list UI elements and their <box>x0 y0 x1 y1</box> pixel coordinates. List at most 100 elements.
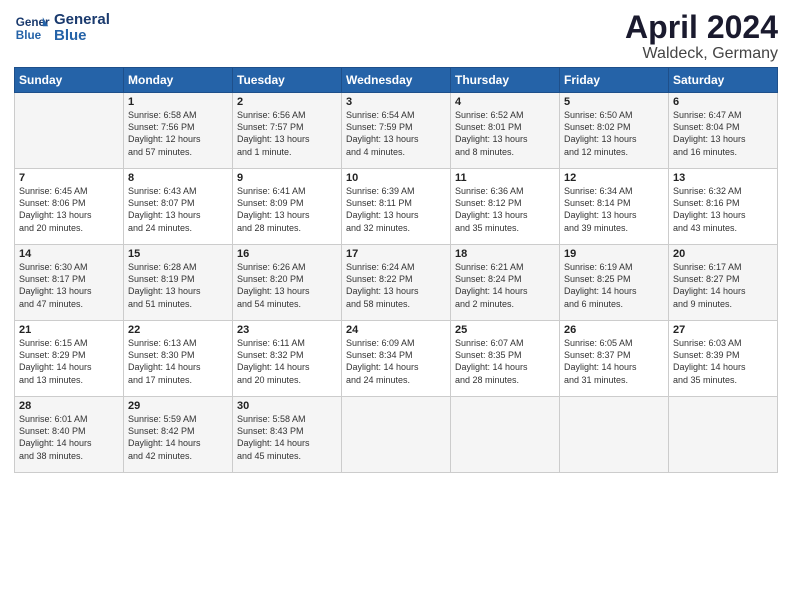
day-number: 27 <box>673 324 773 336</box>
day-number: 26 <box>564 324 664 336</box>
calendar-cell: 30Sunrise: 5:58 AM Sunset: 8:43 PM Dayli… <box>233 397 342 473</box>
day-info: Sunrise: 6:47 AM Sunset: 8:04 PM Dayligh… <box>673 109 773 158</box>
calendar-cell <box>451 397 560 473</box>
calendar-cell: 14Sunrise: 6:30 AM Sunset: 8:17 PM Dayli… <box>15 245 124 321</box>
calendar-cell: 13Sunrise: 6:32 AM Sunset: 8:16 PM Dayli… <box>669 169 778 245</box>
logo-line2: Blue <box>54 28 110 45</box>
calendar-cell: 21Sunrise: 6:15 AM Sunset: 8:29 PM Dayli… <box>15 321 124 397</box>
day-info: Sunrise: 6:26 AM Sunset: 8:20 PM Dayligh… <box>237 261 337 310</box>
day-number: 30 <box>237 400 337 412</box>
calendar-cell: 4Sunrise: 6:52 AM Sunset: 8:01 PM Daylig… <box>451 93 560 169</box>
day-info: Sunrise: 6:36 AM Sunset: 8:12 PM Dayligh… <box>455 185 555 234</box>
day-number: 14 <box>19 248 119 260</box>
calendar-cell: 28Sunrise: 6:01 AM Sunset: 8:40 PM Dayli… <box>15 397 124 473</box>
calendar-cell: 8Sunrise: 6:43 AM Sunset: 8:07 PM Daylig… <box>124 169 233 245</box>
day-info: Sunrise: 6:43 AM Sunset: 8:07 PM Dayligh… <box>128 185 228 234</box>
day-info: Sunrise: 6:03 AM Sunset: 8:39 PM Dayligh… <box>673 337 773 386</box>
day-number: 10 <box>346 172 446 184</box>
day-number: 18 <box>455 248 555 260</box>
day-number: 28 <box>19 400 119 412</box>
month-title: April 2024 <box>625 10 778 45</box>
calendar-cell: 3Sunrise: 6:54 AM Sunset: 7:59 PM Daylig… <box>342 93 451 169</box>
day-number: 16 <box>237 248 337 260</box>
calendar-cell: 29Sunrise: 5:59 AM Sunset: 8:42 PM Dayli… <box>124 397 233 473</box>
calendar-table: Sunday Monday Tuesday Wednesday Thursday… <box>14 67 778 473</box>
day-info: Sunrise: 6:21 AM Sunset: 8:24 PM Dayligh… <box>455 261 555 310</box>
day-info: Sunrise: 6:17 AM Sunset: 8:27 PM Dayligh… <box>673 261 773 310</box>
col-thursday: Thursday <box>451 68 560 93</box>
day-info: Sunrise: 6:15 AM Sunset: 8:29 PM Dayligh… <box>19 337 119 386</box>
day-number: 21 <box>19 324 119 336</box>
day-info: Sunrise: 6:52 AM Sunset: 8:01 PM Dayligh… <box>455 109 555 158</box>
day-info: Sunrise: 6:28 AM Sunset: 8:19 PM Dayligh… <box>128 261 228 310</box>
calendar-cell <box>560 397 669 473</box>
day-info: Sunrise: 6:32 AM Sunset: 8:16 PM Dayligh… <box>673 185 773 234</box>
calendar-row: 7Sunrise: 6:45 AM Sunset: 8:06 PM Daylig… <box>15 169 778 245</box>
day-number: 9 <box>237 172 337 184</box>
page-container: General Blue General Blue April 2024 Wal… <box>0 0 792 483</box>
day-number: 6 <box>673 96 773 108</box>
day-number: 4 <box>455 96 555 108</box>
calendar-row: 14Sunrise: 6:30 AM Sunset: 8:17 PM Dayli… <box>15 245 778 321</box>
calendar-row: 1Sunrise: 6:58 AM Sunset: 7:56 PM Daylig… <box>15 93 778 169</box>
day-number: 2 <box>237 96 337 108</box>
day-info: Sunrise: 6:34 AM Sunset: 8:14 PM Dayligh… <box>564 185 664 234</box>
calendar-cell: 22Sunrise: 6:13 AM Sunset: 8:30 PM Dayli… <box>124 321 233 397</box>
day-info: Sunrise: 6:39 AM Sunset: 8:11 PM Dayligh… <box>346 185 446 234</box>
day-number: 1 <box>128 96 228 108</box>
calendar-cell <box>669 397 778 473</box>
day-number: 15 <box>128 248 228 260</box>
calendar-cell: 6Sunrise: 6:47 AM Sunset: 8:04 PM Daylig… <box>669 93 778 169</box>
col-monday: Monday <box>124 68 233 93</box>
col-sunday: Sunday <box>15 68 124 93</box>
title-block: April 2024 Waldeck, Germany <box>625 10 778 63</box>
day-info: Sunrise: 6:56 AM Sunset: 7:57 PM Dayligh… <box>237 109 337 158</box>
day-number: 12 <box>564 172 664 184</box>
logo-line1: General <box>54 12 110 29</box>
day-number: 8 <box>128 172 228 184</box>
calendar-row: 28Sunrise: 6:01 AM Sunset: 8:40 PM Dayli… <box>15 397 778 473</box>
day-info: Sunrise: 6:05 AM Sunset: 8:37 PM Dayligh… <box>564 337 664 386</box>
day-info: Sunrise: 6:41 AM Sunset: 8:09 PM Dayligh… <box>237 185 337 234</box>
day-info: Sunrise: 6:01 AM Sunset: 8:40 PM Dayligh… <box>19 413 119 462</box>
day-number: 13 <box>673 172 773 184</box>
header-row: Sunday Monday Tuesday Wednesday Thursday… <box>15 68 778 93</box>
day-number: 25 <box>455 324 555 336</box>
col-wednesday: Wednesday <box>342 68 451 93</box>
col-saturday: Saturday <box>669 68 778 93</box>
calendar-cell: 16Sunrise: 6:26 AM Sunset: 8:20 PM Dayli… <box>233 245 342 321</box>
calendar-cell: 2Sunrise: 6:56 AM Sunset: 7:57 PM Daylig… <box>233 93 342 169</box>
day-number: 17 <box>346 248 446 260</box>
calendar-cell: 23Sunrise: 6:11 AM Sunset: 8:32 PM Dayli… <box>233 321 342 397</box>
calendar-cell: 1Sunrise: 6:58 AM Sunset: 7:56 PM Daylig… <box>124 93 233 169</box>
day-info: Sunrise: 6:19 AM Sunset: 8:25 PM Dayligh… <box>564 261 664 310</box>
day-info: Sunrise: 6:13 AM Sunset: 8:30 PM Dayligh… <box>128 337 228 386</box>
calendar-cell: 24Sunrise: 6:09 AM Sunset: 8:34 PM Dayli… <box>342 321 451 397</box>
calendar-cell: 9Sunrise: 6:41 AM Sunset: 8:09 PM Daylig… <box>233 169 342 245</box>
day-number: 24 <box>346 324 446 336</box>
header: General Blue General Blue April 2024 Wal… <box>14 10 778 63</box>
calendar-cell <box>15 93 124 169</box>
calendar-cell: 17Sunrise: 6:24 AM Sunset: 8:22 PM Dayli… <box>342 245 451 321</box>
day-number: 23 <box>237 324 337 336</box>
day-info: Sunrise: 6:45 AM Sunset: 8:06 PM Dayligh… <box>19 185 119 234</box>
svg-text:Blue: Blue <box>16 29 42 42</box>
calendar-cell: 15Sunrise: 6:28 AM Sunset: 8:19 PM Dayli… <box>124 245 233 321</box>
day-info: Sunrise: 5:59 AM Sunset: 8:42 PM Dayligh… <box>128 413 228 462</box>
day-info: Sunrise: 6:09 AM Sunset: 8:34 PM Dayligh… <box>346 337 446 386</box>
calendar-cell: 25Sunrise: 6:07 AM Sunset: 8:35 PM Dayli… <box>451 321 560 397</box>
calendar-cell <box>342 397 451 473</box>
day-number: 19 <box>564 248 664 260</box>
col-friday: Friday <box>560 68 669 93</box>
day-number: 11 <box>455 172 555 184</box>
calendar-cell: 11Sunrise: 6:36 AM Sunset: 8:12 PM Dayli… <box>451 169 560 245</box>
calendar-cell: 7Sunrise: 6:45 AM Sunset: 8:06 PM Daylig… <box>15 169 124 245</box>
calendar-cell: 18Sunrise: 6:21 AM Sunset: 8:24 PM Dayli… <box>451 245 560 321</box>
calendar-cell: 27Sunrise: 6:03 AM Sunset: 8:39 PM Dayli… <box>669 321 778 397</box>
day-number: 22 <box>128 324 228 336</box>
day-info: Sunrise: 6:50 AM Sunset: 8:02 PM Dayligh… <box>564 109 664 158</box>
day-info: Sunrise: 5:58 AM Sunset: 8:43 PM Dayligh… <box>237 413 337 462</box>
calendar-body: 1Sunrise: 6:58 AM Sunset: 7:56 PM Daylig… <box>15 93 778 473</box>
col-tuesday: Tuesday <box>233 68 342 93</box>
calendar-cell: 19Sunrise: 6:19 AM Sunset: 8:25 PM Dayli… <box>560 245 669 321</box>
